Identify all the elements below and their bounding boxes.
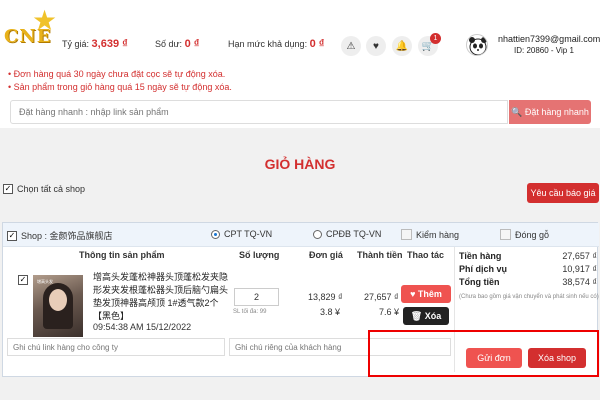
product-thumbnail[interactable]: 增高头发 (33, 275, 83, 337)
shop-checkbox[interactable]: ✓ (7, 230, 17, 241)
trash-icon: 🗑 (410, 310, 423, 321)
unit-price-vnd: 13,829 ₫ (308, 292, 343, 302)
summary-goods-value: 27,657 ₫ (562, 251, 597, 261)
summary-goods-label: Tiền hàng (459, 251, 502, 261)
shop-header: ✓ Shop : 金颜饰品旗舰店 CPT TQ-VN CPĐB TQ-VN Ki… (3, 223, 599, 247)
delete-item-label: Xóa (424, 310, 442, 321)
radio-cpdb[interactable] (313, 229, 322, 239)
wood-packing-checkbox[interactable] (500, 229, 511, 240)
quantity-input[interactable]: 2 (234, 288, 279, 306)
shop-name: Shop : 金颜饰品旗舰店 (21, 231, 113, 241)
summary-total: Tổng tiền 38,574 ₫ (459, 277, 597, 287)
shop-note-input[interactable] (7, 338, 225, 356)
column-header-actions: Thao tác (407, 250, 445, 260)
line-total-cny: 7.6 ¥ (379, 307, 400, 317)
balance-label: Số dư: (155, 39, 183, 49)
radio-cpt[interactable] (211, 229, 220, 239)
quantity-max-note: SL tối đa: 99 (233, 309, 267, 315)
summary-total-label: Tổng tiền (459, 277, 500, 287)
user-id: ID: 20860 - Vip 1 (514, 46, 574, 55)
column-header-unit-price: Đơn giá (309, 250, 343, 260)
credit-limit-label: Hạn mức khả dụng: (228, 39, 308, 49)
panda-avatar-icon (469, 37, 487, 55)
summary-service-label: Phí dịch vụ (459, 264, 508, 274)
add-favorite-label: Thêm (417, 289, 442, 299)
customer-note-input[interactable] (229, 338, 451, 356)
column-header-quantity: Số lượng (239, 250, 280, 260)
balance-value: 0 ₫ (184, 38, 200, 50)
inspection-label: Kiểm hàng (416, 229, 460, 240)
select-all-checkbox[interactable]: ✓ (3, 184, 13, 194)
balance: Số dư: 0 ₫ (155, 38, 199, 50)
unit-price-cny: 3.8 ¥ (320, 307, 341, 317)
summary-total-value: 38,574 ₫ (562, 277, 597, 287)
add-favorite-button[interactable]: ♥ Thêm (401, 285, 451, 303)
summary-service-value: 10,917 ₫ (562, 264, 597, 274)
bell-icon[interactable]: 🔔 (392, 36, 412, 56)
shop-select[interactable]: ✓ Shop : 金颜饰品旗舰店 (7, 229, 113, 242)
quick-order-bar: 🔍 Đặt hàng nhanh (0, 100, 600, 128)
inspection-checkbox[interactable] (401, 229, 412, 240)
avatar[interactable] (466, 34, 488, 56)
column-header-product: Thông tin sản phẩm (79, 250, 165, 260)
wood-packing-label: Đóng gỗ (515, 229, 550, 240)
notice-item: • Đơn hàng quá 30 ngày chưa đặt cọc sẽ t… (8, 69, 226, 79)
summary-goods: Tiền hàng 27,657 ₫ (459, 251, 597, 261)
shipping-option-cpdb[interactable]: CPĐB TQ-VN (313, 229, 381, 239)
shipping-option-cpt-label: CPT TQ-VN (224, 229, 273, 239)
cart-count-badge: 1 (430, 33, 441, 44)
credit-limit-value: 0 ₫ (309, 38, 325, 50)
notice-item: • Sản phẩm trong giỏ hàng quá 15 ngày sẽ… (8, 82, 232, 92)
shipping-option-cpt[interactable]: CPT TQ-VN (211, 229, 272, 239)
line-total-vnd: 27,657 ₫ (364, 292, 399, 302)
product-added-time: 09:54:38 AM 15/12/2022 (93, 322, 192, 332)
summary-note: (Chưa bao gồm giá vận chuyển và phát sin… (459, 294, 599, 300)
summary-service: Phí dịch vụ 10,917 ₫ (459, 264, 597, 274)
thumb-caption: 增高头发 (37, 279, 53, 284)
exchange-rate-label: Tỷ giá: (62, 39, 90, 49)
request-quote-button[interactable]: Yêu cầu báo giá (527, 183, 599, 203)
page-title: GIỎ HÀNG (264, 156, 336, 172)
shipping-option-cpdb-label: CPĐB TQ-VN (326, 229, 382, 239)
heart-icon[interactable]: ♥ (366, 36, 386, 56)
option-inspection[interactable]: Kiểm hàng (401, 229, 459, 240)
warning-icon[interactable]: ⚠ (341, 36, 361, 56)
notice-list: • Đơn hàng quá 30 ngày chưa đặt cọc sẽ t… (0, 62, 600, 100)
select-all-shops[interactable]: ✓ Chọn tất cả shop (3, 184, 85, 194)
submit-order-button[interactable]: Gửi đơn (466, 348, 522, 368)
exchange-rate: Tỷ giá: 3,639 ₫ (62, 38, 128, 50)
product-name[interactable]: 增高头发蓬松神器头顶蓬松发夹隐形发夹发根蓬松器头顶后脑勺扁头垫发顶神器高颅顶 1… (93, 271, 228, 323)
option-wood-packing[interactable]: Đóng gỗ (500, 229, 549, 240)
logo-text: CNE (4, 26, 52, 47)
delete-shop-button[interactable]: Xóa shop (528, 348, 586, 368)
credit-limit: Hạn mức khả dụng: 0 ₫ (228, 38, 324, 50)
column-header-total: Thành tiền (357, 250, 403, 260)
top-header: ★ CNE Tỷ giá: 3,639 ₫ Số dư: 0 ₫ Hạn mức… (0, 0, 600, 62)
thumb-face (49, 289, 67, 311)
quick-order-input[interactable] (10, 100, 508, 124)
exchange-rate-value: 3,639 ₫ (91, 38, 128, 50)
heart-icon: ♥ (410, 289, 416, 299)
item-checkbox[interactable]: ✓ (18, 275, 28, 285)
user-email[interactable]: nhattien7399@gmail.com (498, 34, 600, 44)
quick-order-button[interactable]: 🔍 Đặt hàng nhanh (509, 100, 591, 124)
select-all-label: Chọn tất cả shop (17, 184, 86, 194)
delete-item-button[interactable]: 🗑 Xóa (403, 307, 449, 325)
